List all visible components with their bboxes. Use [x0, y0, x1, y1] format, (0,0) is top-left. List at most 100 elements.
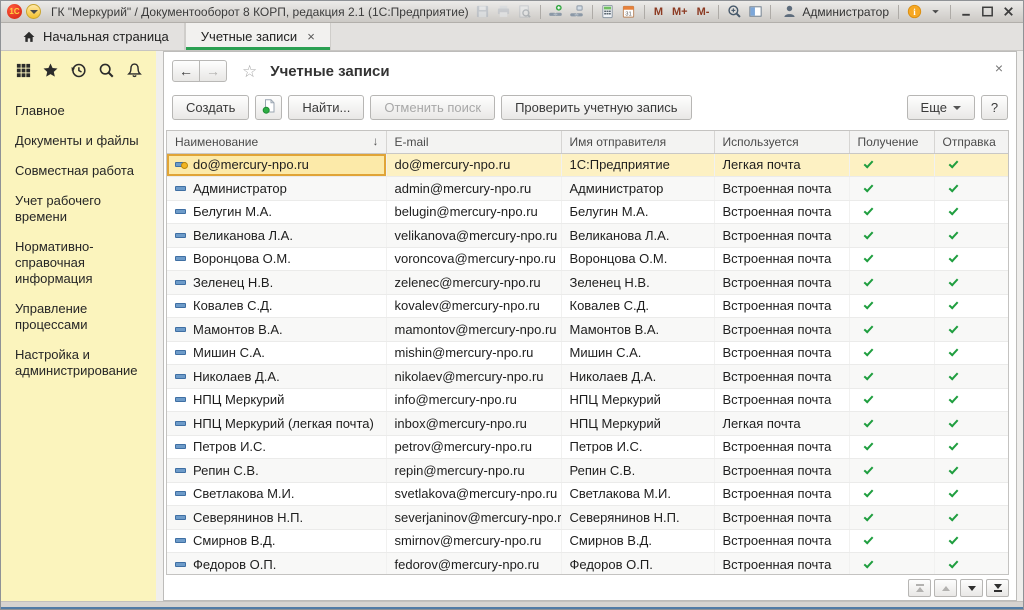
- cell-email[interactable]: mishin@mercury-npo.ru: [386, 341, 561, 365]
- cell-name[interactable]: do@mercury-npo.ru: [167, 153, 386, 177]
- zoom-icon[interactable]: [725, 4, 743, 20]
- create-copy-button[interactable]: [255, 95, 282, 120]
- cell-sender[interactable]: Петров И.С.: [561, 435, 714, 459]
- cell-receive[interactable]: [849, 200, 934, 224]
- cell-name[interactable]: Федоров О.П.: [167, 553, 386, 576]
- cell-name[interactable]: Северянинов Н.П.: [167, 506, 386, 530]
- current-user-button[interactable]: Администратор: [777, 4, 892, 20]
- cell-email[interactable]: velikanova@mercury-npo.ru: [386, 224, 561, 248]
- table-row[interactable]: Воронцова О.М.voroncova@mercury-npo.ruВо…: [167, 247, 1008, 271]
- cell-usage[interactable]: Встроенная почта: [714, 341, 849, 365]
- cell-receive[interactable]: [849, 388, 934, 412]
- cell-sender[interactable]: Зеленец Н.В.: [561, 271, 714, 295]
- cell-sender[interactable]: Светлакова М.И.: [561, 482, 714, 506]
- memory-m-minusplus-button[interactable]: M+: [669, 6, 691, 18]
- cell-send[interactable]: [934, 200, 1008, 224]
- table-row[interactable]: Смирнов В.Д.smirnov@mercury-npo.ruСмирно…: [167, 529, 1008, 553]
- main-menu-button[interactable]: [26, 4, 41, 19]
- cell-receive[interactable]: [849, 553, 934, 576]
- cell-send[interactable]: [934, 153, 1008, 177]
- cell-email[interactable]: voroncova@mercury-npo.ru: [386, 247, 561, 271]
- cell-send[interactable]: [934, 247, 1008, 271]
- cell-sender[interactable]: Воронцова О.М.: [561, 247, 714, 271]
- cell-sender[interactable]: Смирнов В.Д.: [561, 529, 714, 553]
- cell-usage[interactable]: Легкая почта: [714, 412, 849, 436]
- calculator-icon[interactable]: [599, 4, 617, 20]
- cell-email[interactable]: severjaninov@mercury-npo.ru: [386, 506, 561, 530]
- notifications-icon[interactable]: [124, 60, 144, 80]
- cell-usage[interactable]: Встроенная почта: [714, 177, 849, 201]
- cell-usage[interactable]: Встроенная почта: [714, 271, 849, 295]
- cell-send[interactable]: [934, 412, 1008, 436]
- table-row[interactable]: Администраторadmin@mercury-npo.ruАдминис…: [167, 177, 1008, 201]
- table-row[interactable]: Северянинов Н.П.severjaninov@mercury-npo…: [167, 506, 1008, 530]
- cell-sender[interactable]: Ковалев С.Д.: [561, 294, 714, 318]
- cell-sender[interactable]: Николаев Д.А.: [561, 365, 714, 389]
- column-header-email[interactable]: E-mail: [386, 131, 561, 153]
- cell-sender[interactable]: Федоров О.П.: [561, 553, 714, 576]
- cell-email[interactable]: svetlakova@mercury-npo.ru: [386, 482, 561, 506]
- cell-receive[interactable]: [849, 224, 934, 248]
- cell-name[interactable]: Мишин С.А.: [167, 341, 386, 365]
- panel-close-button[interactable]: ×: [995, 61, 1003, 75]
- more-button[interactable]: Еще: [907, 95, 975, 120]
- column-header-name[interactable]: Наименование↓: [167, 131, 386, 153]
- cell-name[interactable]: Смирнов В.Д.: [167, 529, 386, 553]
- next-button[interactable]: [960, 579, 983, 597]
- table-row[interactable]: Репин С.В.repin@mercury-npo.ruРепин С.В.…: [167, 459, 1008, 483]
- cell-name[interactable]: НПЦ Меркурий: [167, 388, 386, 412]
- cell-name[interactable]: Белугин М.А.: [167, 200, 386, 224]
- cell-receive[interactable]: [849, 529, 934, 553]
- cell-sender[interactable]: Северянинов Н.П.: [561, 506, 714, 530]
- cell-email[interactable]: fedorov@mercury-npo.ru: [386, 553, 561, 576]
- table-row[interactable]: Федоров О.П.fedorov@mercury-npo.ruФедоро…: [167, 553, 1008, 576]
- sidebar-item-reference-info[interactable]: Нормативно-справочная информация: [1, 232, 156, 294]
- cell-email[interactable]: belugin@mercury-npo.ru: [386, 200, 561, 224]
- table-row[interactable]: Петров И.С.petrov@mercury-npo.ruПетров И…: [167, 435, 1008, 459]
- sidebar-splitter[interactable]: [156, 51, 163, 601]
- table-row[interactable]: Мамонтов В.А.mamontov@mercury-npo.ruМамо…: [167, 318, 1008, 342]
- sidebar-item-documents-files[interactable]: Документы и файлы: [1, 126, 156, 156]
- close-window-button[interactable]: [999, 4, 1017, 20]
- cell-send[interactable]: [934, 435, 1008, 459]
- cell-name[interactable]: Николаев Д.А.: [167, 365, 386, 389]
- cell-usage[interactable]: Легкая почта: [714, 153, 849, 177]
- column-header-send[interactable]: Отправка: [934, 131, 1008, 153]
- cell-name[interactable]: Ковалев С.Д.: [167, 294, 386, 318]
- cell-receive[interactable]: [849, 341, 934, 365]
- sidebar-item-time-tracking[interactable]: Учет рабочего времени: [1, 186, 156, 232]
- apps-menu-icon[interactable]: [13, 60, 33, 80]
- cell-email[interactable]: nikolaev@mercury-npo.ru: [386, 365, 561, 389]
- column-header-usage[interactable]: Используется: [714, 131, 849, 153]
- sidebar-item-process-management[interactable]: Управление процессами: [1, 294, 156, 340]
- cell-send[interactable]: [934, 482, 1008, 506]
- cell-send[interactable]: [934, 177, 1008, 201]
- favorite-star-icon[interactable]: ☆: [242, 63, 257, 80]
- search-icon[interactable]: [96, 60, 116, 80]
- sidebar-item-collaboration[interactable]: Совместная работа: [1, 156, 156, 186]
- cell-sender[interactable]: Великанова Л.А.: [561, 224, 714, 248]
- cell-receive[interactable]: [849, 294, 934, 318]
- cell-name[interactable]: Воронцова О.М.: [167, 247, 386, 271]
- cell-email[interactable]: admin@mercury-npo.ru: [386, 177, 561, 201]
- cell-usage[interactable]: Встроенная почта: [714, 294, 849, 318]
- cell-receive[interactable]: [849, 506, 934, 530]
- cell-name[interactable]: Администратор: [167, 177, 386, 201]
- table-row[interactable]: Белугин М.А.belugin@mercury-npo.ruБелуги…: [167, 200, 1008, 224]
- cell-send[interactable]: [934, 506, 1008, 530]
- cell-name[interactable]: Светлакова М.И.: [167, 482, 386, 506]
- cell-name[interactable]: Мамонтов В.А.: [167, 318, 386, 342]
- cell-usage[interactable]: Встроенная почта: [714, 529, 849, 553]
- cell-sender[interactable]: Репин С.В.: [561, 459, 714, 483]
- sidebar-item-main[interactable]: Главное: [1, 96, 156, 126]
- create-button[interactable]: Создать: [172, 95, 249, 120]
- table-row[interactable]: НПЦ Меркурий (легкая почта)inbox@mercury…: [167, 412, 1008, 436]
- cell-email[interactable]: petrov@mercury-npo.ru: [386, 435, 561, 459]
- help-button[interactable]: ?: [981, 95, 1008, 120]
- cell-email[interactable]: mamontov@mercury-npo.ru: [386, 318, 561, 342]
- cell-usage[interactable]: Встроенная почта: [714, 200, 849, 224]
- cell-name[interactable]: Репин С.В.: [167, 459, 386, 483]
- favorites-star-icon[interactable]: [41, 60, 61, 80]
- history-icon[interactable]: [69, 60, 89, 80]
- cell-usage[interactable]: Встроенная почта: [714, 482, 849, 506]
